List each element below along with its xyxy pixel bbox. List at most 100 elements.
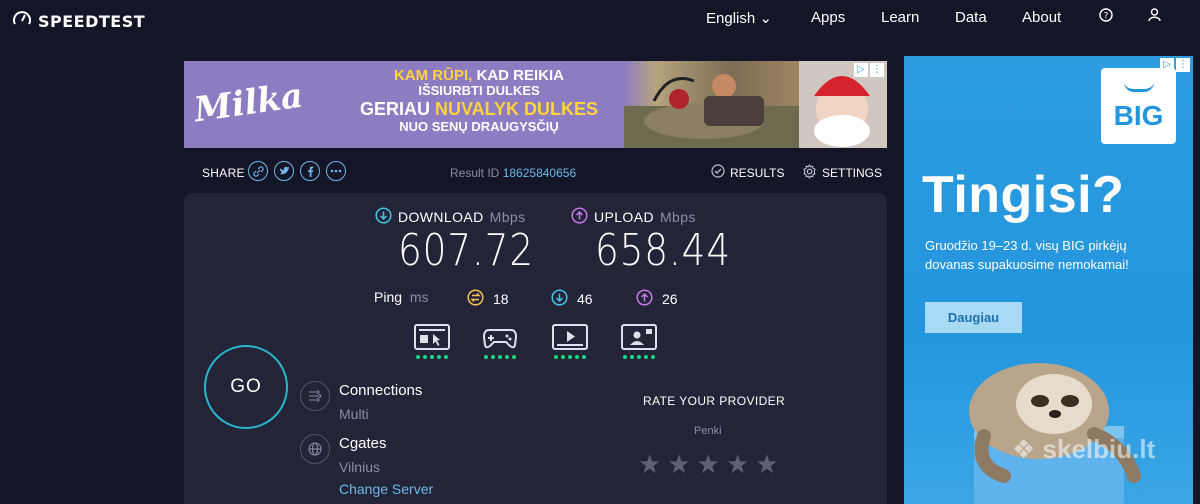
ping-download: 46 [551, 289, 593, 309]
quality-dot [484, 355, 488, 359]
help-icon[interactable]: ? [1099, 8, 1113, 26]
nav-about[interactable]: About [1022, 9, 1061, 26]
quality-dot [491, 355, 495, 359]
ad-line1-highlight: KAM RŪPI, [393, 67, 473, 84]
adchoices-icon[interactable]: ▷ [854, 63, 868, 77]
video-chat-quality[interactable] [621, 324, 657, 359]
upload-unit: Mbps [659, 209, 696, 225]
go-button[interactable]: GO [204, 345, 288, 429]
connections-value: Multi [339, 406, 369, 422]
download-unit: Mbps [489, 209, 526, 225]
upload-label: UPLOAD [594, 209, 654, 225]
web-browsing-icon [414, 324, 450, 350]
quality-dot [512, 355, 516, 359]
quality-dot [651, 355, 655, 359]
ad-line4: NUO SENŲ DRAUGYSČIŲ [399, 118, 559, 134]
ping-idle-icon [467, 289, 484, 309]
quality-dot [568, 355, 572, 359]
change-server-link[interactable]: Change Server [339, 481, 433, 497]
star-icon[interactable]: ★ [726, 451, 749, 477]
link-icon[interactable] [248, 161, 268, 181]
provider-name: Penki [694, 425, 722, 437]
speedtest-logo[interactable]: SPEEDTEST [12, 9, 145, 34]
nav-apps[interactable]: Apps [811, 9, 845, 26]
video-streaming-quality[interactable] [552, 324, 588, 359]
star-icon[interactable]: ★ [667, 451, 690, 477]
upload-header: UPLOAD Mbps [571, 207, 696, 227]
side-ad-copy: Gruodžio 19–23 d. visų BIG pirkėjų dovan… [925, 238, 1129, 272]
results-label: RESULTS [730, 165, 785, 180]
upload-speed: 658.44 [595, 225, 731, 276]
result-panel: DOWNLOAD Mbps 607.72 UPLOAD Mbps 658.44 … [184, 193, 887, 504]
nav-data[interactable]: Data [955, 9, 987, 26]
check-circle-icon [711, 164, 725, 181]
ad-choices[interactable]: ▷ ⋮ [854, 63, 884, 77]
nav-language[interactable]: English ⌄ [706, 9, 772, 27]
results-button[interactable]: RESULTS [711, 164, 784, 181]
result-id-label: Result ID [450, 166, 500, 180]
star-icon[interactable]: ★ [697, 451, 720, 477]
quality-dot [644, 355, 648, 359]
ping-upload: 26 [636, 289, 678, 309]
download-header: DOWNLOAD Mbps [375, 207, 526, 227]
adchoices-icon[interactable]: ▷ [1160, 58, 1174, 72]
ad-photo [624, 61, 887, 148]
globe-icon [300, 434, 330, 464]
quality-dot [630, 355, 634, 359]
quality-dots [482, 355, 518, 359]
side-ad-cta-button[interactable]: Daugiau [925, 302, 1022, 333]
svg-text:?: ? [1104, 12, 1109, 22]
server-host: Cgates [339, 435, 387, 452]
ping-download-icon [551, 289, 568, 309]
side-ad-choices[interactable]: ▷ ⋮ [1160, 58, 1190, 72]
quality-dots [414, 355, 450, 359]
ping-unit: ms [409, 289, 429, 305]
star-icon[interactable]: ★ [638, 451, 661, 477]
big-logo: BIG [1101, 68, 1176, 144]
quality-dot [437, 355, 441, 359]
top-ad-banner[interactable]: Milka KAM RŪPI, KAD REIKIA IŠSIURBTI DUL… [184, 61, 887, 148]
ad-options-icon[interactable]: ⋮ [870, 63, 884, 77]
share-label: SHARE [202, 166, 245, 180]
logo-text: SPEEDTEST [38, 12, 146, 31]
star-icon[interactable]: ★ [755, 451, 778, 477]
gaming-icon [482, 324, 518, 350]
more-share-icon[interactable] [326, 161, 346, 181]
skelbiu-watermark-text: skelbiu.lt [1042, 434, 1156, 464]
ping-download-value: 46 [577, 291, 593, 307]
gaming-quality[interactable] [482, 324, 518, 359]
download-arrow-icon [375, 207, 392, 227]
ping-label-row: Ping ms [374, 289, 428, 305]
ping-idle-value: 18 [493, 291, 509, 307]
top-nav: SPEEDTEST English ⌄ Apps Learn Data Abou… [0, 0, 1200, 38]
connections-label: Connections [339, 382, 423, 399]
ad-options-icon[interactable]: ⋮ [1176, 58, 1190, 72]
nav-learn[interactable]: Learn [881, 9, 919, 26]
gear-icon [802, 163, 817, 182]
settings-label: SETTINGS [822, 166, 883, 180]
quality-dot [637, 355, 641, 359]
ad-line3: GERIAU [359, 99, 435, 120]
milka-logo: Milka [191, 75, 306, 131]
web-browsing-quality[interactable] [414, 324, 450, 359]
quality-dot [505, 355, 509, 359]
upload-arrow-icon [571, 207, 588, 227]
quality-dot [498, 355, 502, 359]
side-ad[interactable]: BIG ▷ ⋮ Tingisi? Gruodžio 19–23 d. visų … [904, 56, 1193, 504]
quality-dot [423, 355, 427, 359]
settings-button[interactable]: SETTINGS [802, 163, 883, 182]
quality-dot [416, 355, 420, 359]
ad-text: KAM RŪPI, KAD REIKIA IŠSIURBTI DULKES GE… [329, 67, 629, 135]
big-logo-text: BIG [1113, 100, 1164, 131]
side-ad-headline: Tingisi? [922, 166, 1125, 224]
ping-label: Ping [374, 289, 403, 305]
facebook-icon[interactable] [300, 161, 320, 181]
download-speed: 607.72 [398, 225, 534, 276]
download-label: DOWNLOAD [398, 209, 484, 225]
result-id-link[interactable]: 18625840656 [503, 166, 576, 180]
ad-line2: IŠSIURBTI DULKES [418, 83, 540, 99]
ad-line3-highlight: NUVALYK DULKES [434, 99, 599, 120]
user-icon[interactable] [1148, 8, 1161, 26]
rating-stars: ★ ★ ★ ★ ★ [638, 451, 779, 477]
twitter-icon[interactable] [274, 161, 294, 181]
